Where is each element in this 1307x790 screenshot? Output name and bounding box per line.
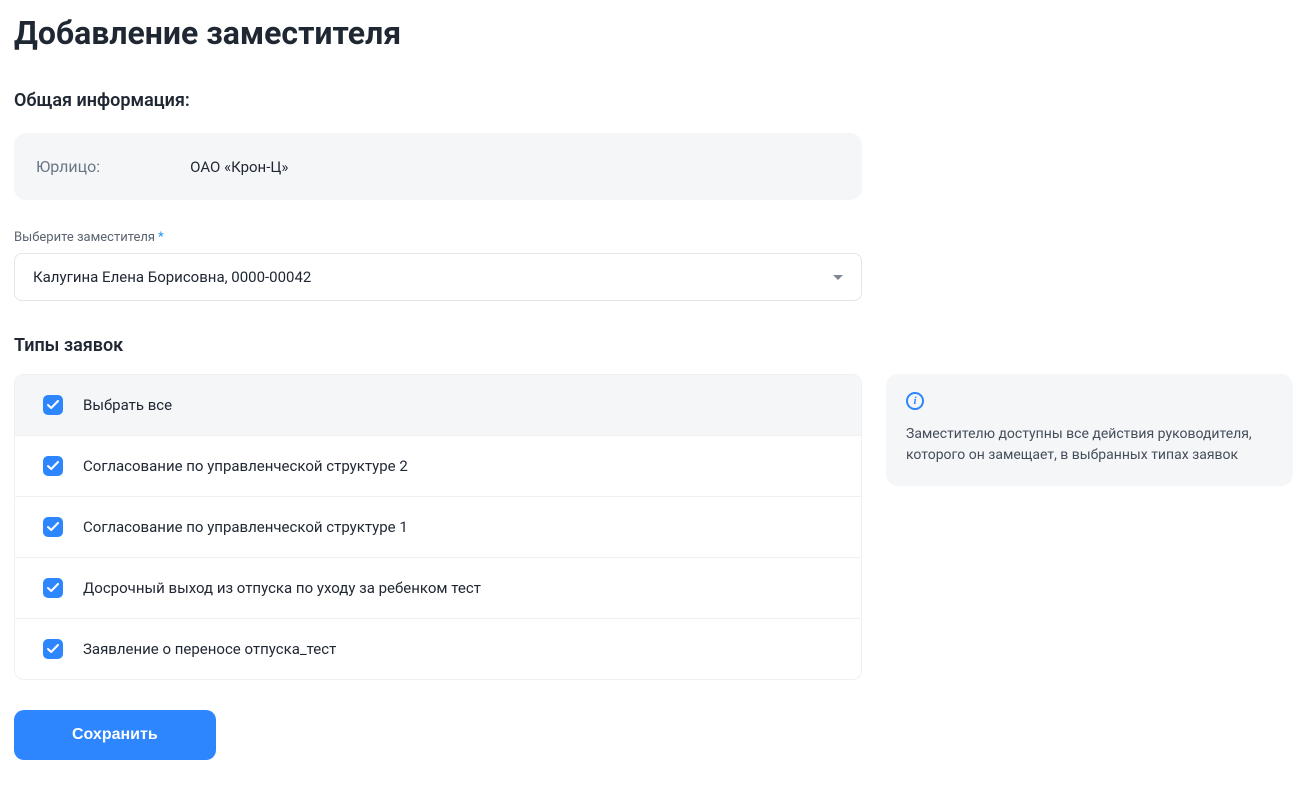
deputy-select[interactable]: Калугина Елена Борисовна, 0000-00042 (14, 253, 862, 301)
check-icon (47, 522, 59, 532)
types-list: Выбрать все Согласование по управленческ… (14, 374, 862, 680)
info-note-text: Заместителю доступны все действия руково… (906, 424, 1273, 466)
select-all-checkbox[interactable] (43, 395, 63, 415)
save-button[interactable]: Сохранить (14, 710, 216, 760)
item-label: Согласование по управленческой структуре… (83, 457, 408, 475)
item-checkbox[interactable] (43, 639, 63, 659)
select-all-row[interactable]: Выбрать все (15, 375, 861, 435)
item-checkbox[interactable] (43, 578, 63, 598)
list-item[interactable]: Согласование по управленческой структуре… (15, 496, 861, 557)
list-item[interactable]: Согласование по управленческой структуре… (15, 435, 861, 496)
item-label: Согласование по управленческой структуре… (83, 518, 408, 536)
general-info-heading: Общая информация: (14, 90, 862, 111)
select-all-label: Выбрать все (83, 396, 172, 414)
required-star: * (158, 230, 164, 245)
info-note: i Заместителю доступны все действия руко… (886, 374, 1293, 486)
check-icon (47, 461, 59, 471)
item-label: Заявление о переносе отпуска_тест (83, 640, 336, 658)
check-icon (47, 400, 59, 410)
item-label: Досрочный выход из отпуска по уходу за р… (83, 579, 481, 597)
types-heading: Типы заявок (14, 335, 1293, 356)
list-item[interactable]: Досрочный выход из отпуска по уходу за р… (15, 557, 861, 618)
check-icon (47, 644, 59, 654)
deputy-select-value: Калугина Елена Борисовна, 0000-00042 (33, 268, 311, 286)
item-checkbox[interactable] (43, 456, 63, 476)
item-checkbox[interactable] (43, 517, 63, 537)
check-icon (47, 583, 59, 593)
chevron-down-icon (833, 275, 843, 280)
list-item[interactable]: Заявление о переносе отпуска_тест (15, 618, 861, 679)
entity-info-box: Юрлицо: ОАО «Крон-Ц» (14, 133, 862, 200)
entity-label: Юрлицо: (36, 157, 100, 176)
info-icon: i (906, 392, 924, 410)
deputy-field-label: Выберите заместителя* (14, 230, 862, 245)
page-title: Добавление заместителя (14, 14, 1293, 52)
entity-value: ОАО «Крон-Ц» (190, 158, 288, 176)
